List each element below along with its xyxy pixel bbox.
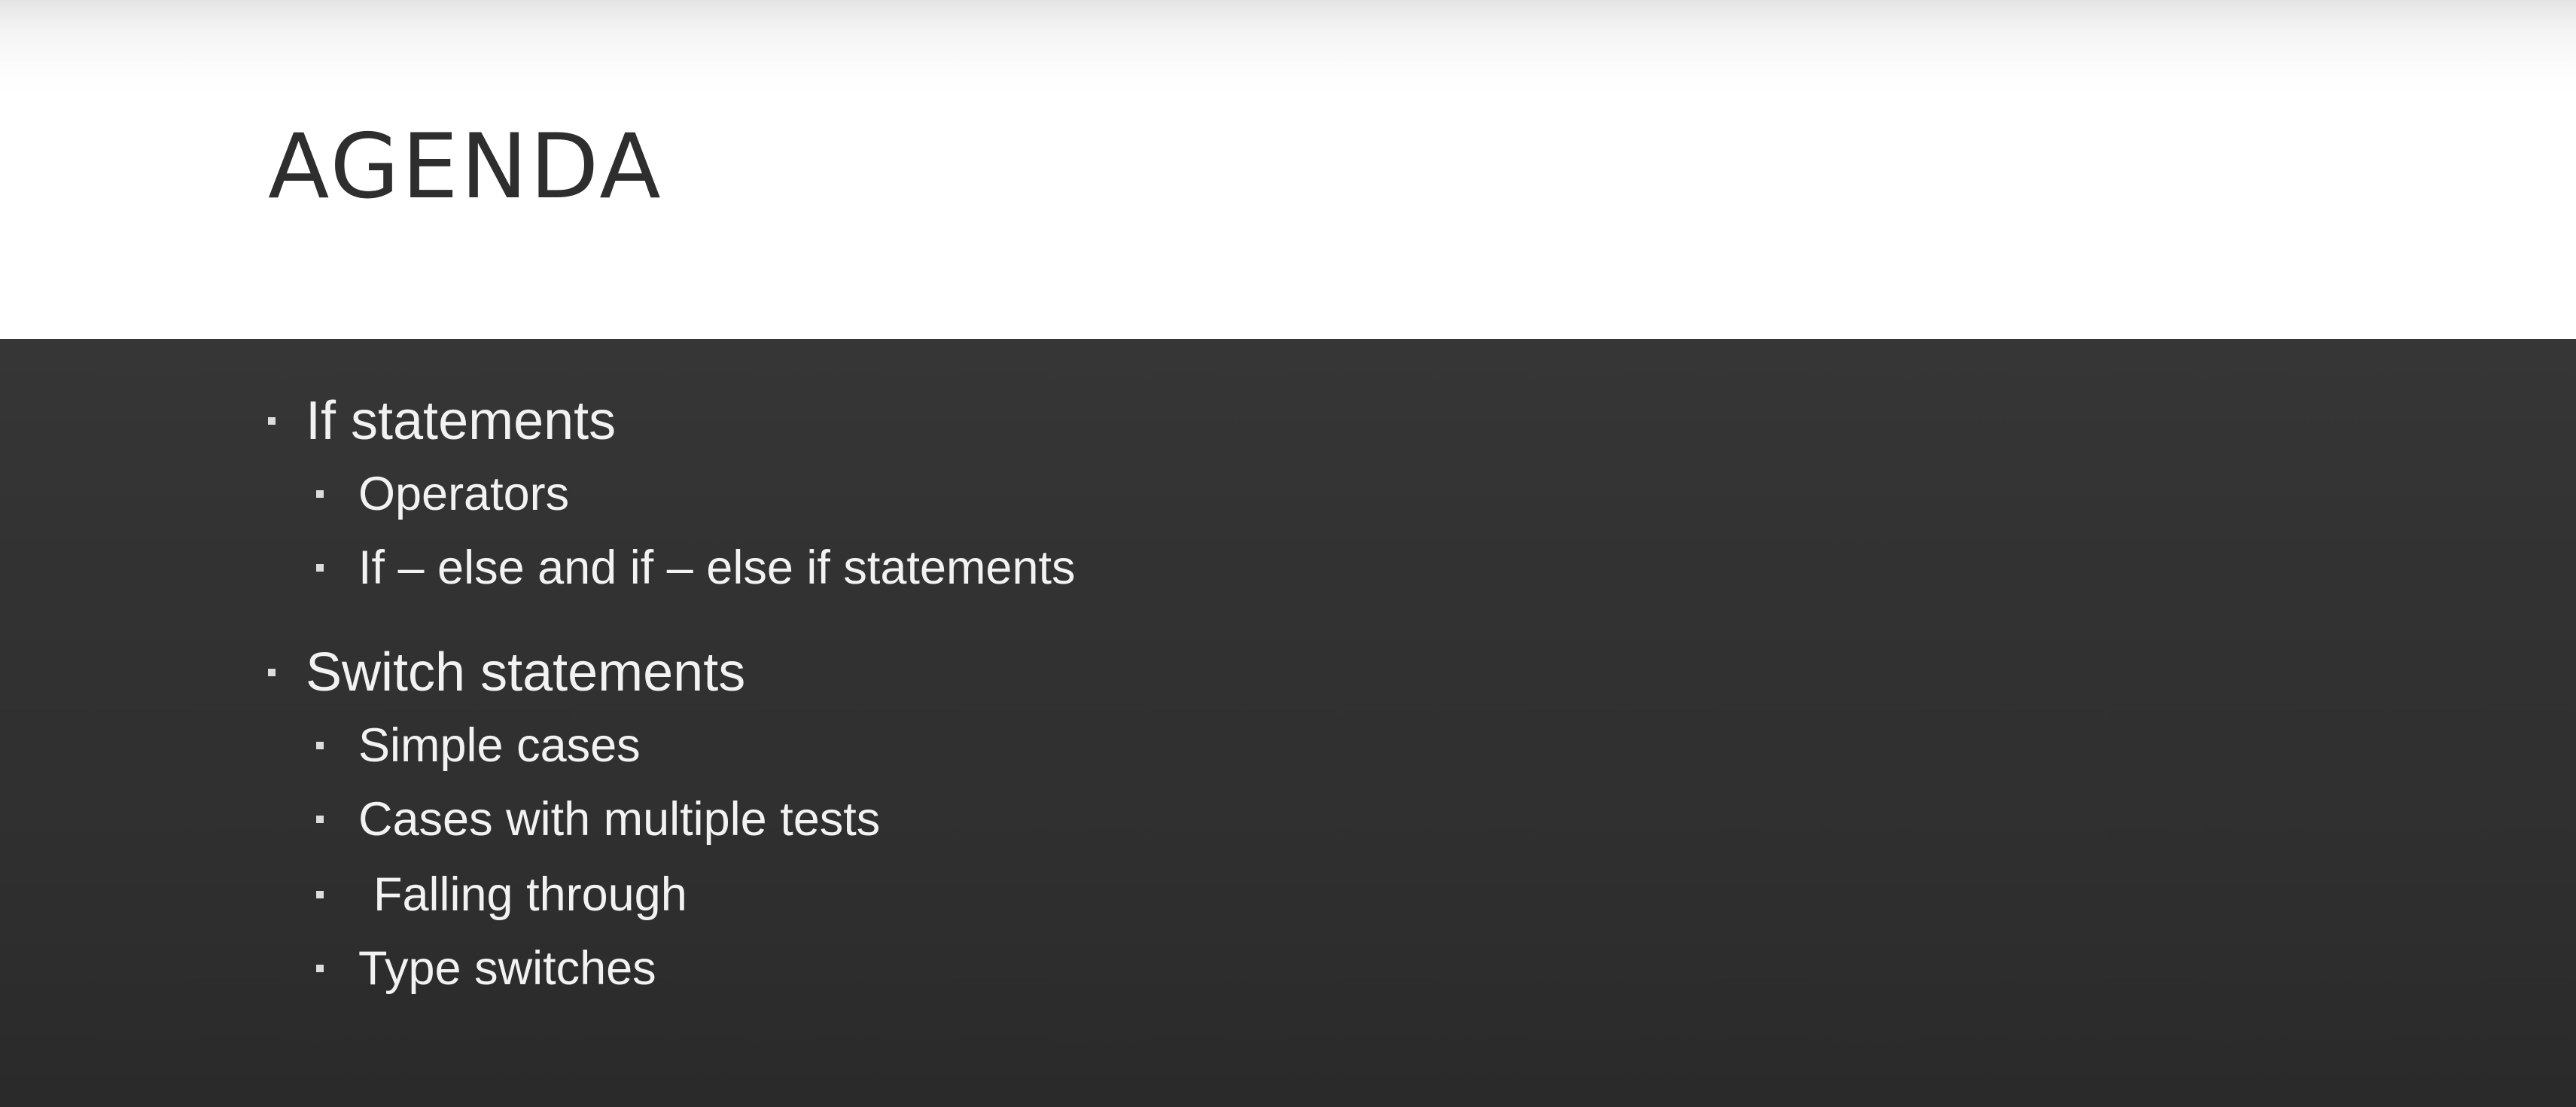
agenda-item-if-statements: If statements <box>268 387 616 455</box>
agenda-subitem-label: If – else and if – else if statements <box>358 541 1076 594</box>
bullet-icon <box>316 816 324 823</box>
bullet-icon <box>268 669 276 676</box>
bullet-icon <box>316 490 324 498</box>
bullet-icon <box>316 891 324 898</box>
agenda-subitem-label: Operators <box>358 468 570 520</box>
agenda-subitem-type-switches: Type switches <box>316 938 656 999</box>
presentation-slide: AGENDA If statements Operators If – else… <box>0 0 2576 1107</box>
bullet-icon <box>268 417 276 425</box>
agenda-subitem-multiple-tests: Cases with multiple tests <box>316 789 880 849</box>
slide-title-area: AGENDA <box>0 0 2576 339</box>
agenda-item-label: Switch statements <box>306 642 746 703</box>
agenda-subitem-falling-through: Falling through <box>316 865 687 925</box>
agenda-item-switch-statements: Switch statements <box>268 639 745 706</box>
agenda-subitem-label: Cases with multiple tests <box>358 793 881 846</box>
agenda-subitem-if-else: If – else and if – else if statements <box>316 538 1076 598</box>
agenda-item-label: If statements <box>306 391 617 451</box>
slide-title: AGENDA <box>268 115 663 219</box>
agenda-subitem-simple-cases: Simple cases <box>316 715 641 776</box>
agenda-subitem-label: Falling through <box>373 868 687 921</box>
agenda-subitem-label: Simple cases <box>358 719 641 772</box>
bullet-icon <box>316 742 324 749</box>
agenda-subitem-operators: Operators <box>316 464 569 524</box>
agenda-subitem-label: Type switches <box>358 942 656 995</box>
bullet-icon <box>316 965 324 972</box>
bullet-icon <box>316 564 324 572</box>
slide-content-area: If statements Operators If – else and if… <box>0 339 2576 1107</box>
